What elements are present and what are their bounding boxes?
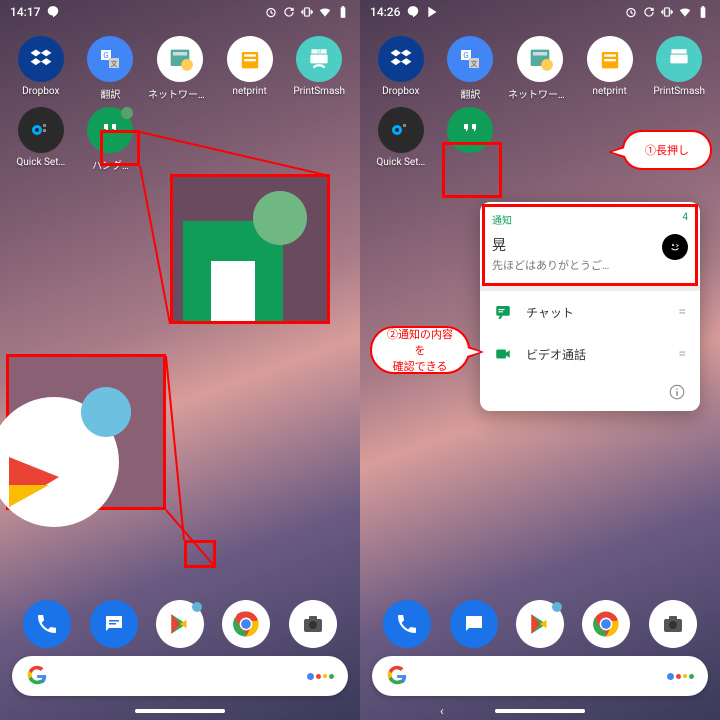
notification-dot-icon xyxy=(552,602,562,612)
svg-text:文: 文 xyxy=(111,59,118,68)
dock-messages[interactable] xyxy=(90,600,138,648)
app-printsmash[interactable]: PrintSmash xyxy=(646,36,712,101)
app-netprint[interactable]: netprint xyxy=(217,36,283,101)
dock-phone[interactable] xyxy=(383,600,431,648)
battery-icon xyxy=(696,5,710,19)
google-logo-icon xyxy=(386,665,408,687)
notification-dot-icon xyxy=(121,107,133,119)
popup-count: 4 xyxy=(682,212,688,227)
app-grid: Dropbox G文翻訳 ネットワークフ… netprint 24PrintSm… xyxy=(0,24,360,184)
battery-icon xyxy=(336,5,350,19)
dock-chrome[interactable] xyxy=(582,600,630,648)
search-bar[interactable] xyxy=(12,656,348,696)
dock-play[interactable] xyxy=(156,600,204,648)
popup-header: 通知 xyxy=(492,212,512,227)
assistant-icon[interactable] xyxy=(667,673,694,680)
dock-camera[interactable] xyxy=(289,600,337,648)
callout-notification: ②通知の内容を 確認できる xyxy=(370,326,470,374)
notification-dot-icon xyxy=(192,602,202,612)
clock: 14:17 xyxy=(10,5,40,19)
vibrate-icon xyxy=(300,5,314,19)
info-icon xyxy=(668,383,686,401)
vibrate-icon xyxy=(660,5,674,19)
nav-bar: ‹ xyxy=(360,702,720,720)
app-network[interactable]: ネットワークフ… xyxy=(147,36,213,101)
app-translate[interactable]: G文翻訳 xyxy=(438,36,504,101)
app-network[interactable]: ネットワークフ… xyxy=(507,36,573,101)
app-dropbox[interactable]: Dropbox xyxy=(368,36,434,101)
chat-icon xyxy=(494,303,512,321)
nav-home-pill[interactable] xyxy=(135,709,225,713)
svg-text:文: 文 xyxy=(471,59,478,68)
refresh-icon xyxy=(282,5,296,19)
dock xyxy=(0,600,360,648)
hangouts-status-icon xyxy=(406,5,420,19)
nav-back-icon[interactable]: ‹ xyxy=(440,704,444,718)
zoom-play xyxy=(6,354,166,510)
svg-text:G: G xyxy=(104,51,109,60)
video-icon xyxy=(494,345,512,363)
alarm-icon xyxy=(264,5,278,19)
screen-left: 14:17 Dropbox G文翻訳 ネットワークフ… netprint 24P… xyxy=(0,0,360,720)
clock: 14:26 xyxy=(370,5,400,19)
refresh-icon xyxy=(642,5,656,19)
dock-chrome[interactable] xyxy=(222,600,270,648)
dock-messages[interactable] xyxy=(450,600,498,648)
highlight-box-play xyxy=(184,540,216,568)
popup-info[interactable] xyxy=(480,375,700,411)
highlight-box-hangouts xyxy=(100,130,140,166)
longpress-popup: 通知 4 晃 先ほどはありがとうご… チャット= ビデオ通話= xyxy=(480,202,700,411)
status-bar: 14:26 xyxy=(360,0,720,24)
popup-notification[interactable]: 通知 4 晃 先ほどはありがとうご… xyxy=(480,202,700,285)
svg-text:24: 24 xyxy=(317,50,322,55)
dock-phone[interactable] xyxy=(23,600,71,648)
popup-body: 先ほどはありがとうご… xyxy=(492,257,688,273)
app-translate[interactable]: G文翻訳 xyxy=(78,36,144,101)
assistant-icon[interactable] xyxy=(307,673,334,680)
play-status-icon xyxy=(426,5,440,19)
dock-play[interactable] xyxy=(516,600,564,648)
app-hangouts[interactable] xyxy=(438,107,504,168)
app-netprint[interactable]: netprint xyxy=(577,36,643,101)
dock-camera[interactable] xyxy=(649,600,697,648)
dock xyxy=(360,600,720,648)
callout-longpress: ①長押し xyxy=(622,130,712,170)
wifi-icon xyxy=(678,5,692,19)
app-printsmash[interactable]: 24PrintSmash xyxy=(286,36,352,101)
screen-right: 14:26 Dropbox G文翻訳 ネットワークフ… netprint Pri… xyxy=(360,0,720,720)
drag-handle-icon[interactable]: = xyxy=(678,304,686,320)
app-quicksettings[interactable]: Quick Set… xyxy=(368,107,434,168)
search-bar[interactable] xyxy=(372,656,708,696)
app-quicksettings[interactable]: Quick Set… xyxy=(8,107,74,172)
nav-home-pill[interactable] xyxy=(495,709,585,713)
status-bar: 14:17 xyxy=(0,0,360,24)
drag-handle-icon[interactable]: = xyxy=(678,346,686,362)
emoji-icon xyxy=(662,234,688,260)
wifi-icon xyxy=(318,5,332,19)
google-logo-icon xyxy=(26,665,48,687)
hangouts-status-icon xyxy=(46,5,60,19)
popup-shortcut-video[interactable]: ビデオ通話= xyxy=(480,333,700,375)
app-dropbox[interactable]: Dropbox xyxy=(8,36,74,101)
alarm-icon xyxy=(624,5,638,19)
svg-text:G: G xyxy=(464,51,469,60)
popup-title: 晃 xyxy=(492,235,688,255)
nav-bar xyxy=(0,702,360,720)
zoom-hangouts xyxy=(170,174,330,324)
popup-shortcut-chat[interactable]: チャット= xyxy=(480,291,700,333)
